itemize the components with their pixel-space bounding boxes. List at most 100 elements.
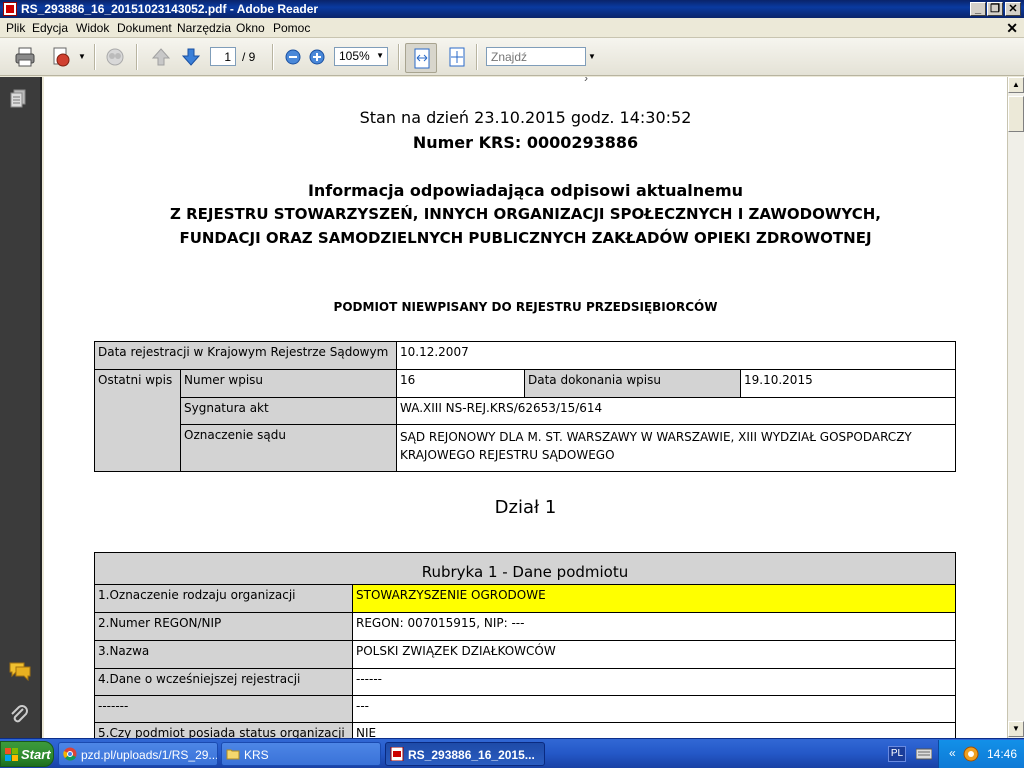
entry-no-value: 16 (396, 369, 525, 398)
rubric-table: Rubryka 1 - Dane podmiotu 1.Oznaczenie r… (94, 552, 956, 738)
fit-width-icon (414, 48, 430, 69)
next-page-icon[interactable] (180, 46, 202, 68)
rubric-row-label: 4.Dane o wcześniejszej rejestracji (94, 668, 353, 696)
toolbar-separator (272, 44, 274, 70)
rubric-row-value: STOWARZYSZENIE OGRODOWE (352, 584, 956, 613)
fit-width-button[interactable] (405, 43, 437, 73)
zoom-dropdown-icon: ▼ (376, 51, 384, 60)
page-total-label: / 9 (242, 50, 256, 64)
status-line: Stan na dzień 23.10.2015 godz. 14:30:52 (359, 108, 692, 127)
print-icon[interactable] (14, 46, 36, 68)
window-title: RS_293886_16_20151023143052.pdf - Adobe … (21, 2, 319, 16)
toolbar-separator (136, 44, 138, 70)
minimize-button[interactable]: _ (970, 2, 986, 16)
signature-value: WA.XIII NS-REJ.KRS/62653/15/614 (396, 397, 956, 425)
entry-no-label: Numer wpisu (180, 369, 397, 398)
rubric-row-value: ------ (352, 668, 956, 696)
rubric-row-label: 5.Czy podmiot posiada status organizacji (94, 722, 353, 738)
pdf-file-icon (390, 747, 404, 761)
krs-number: Numer KRS: 0000293886 (412, 133, 639, 152)
tray-app-icon[interactable] (963, 746, 979, 762)
court-label: Oznaczenie sądu (180, 424, 397, 472)
start-button[interactable]: Start (0, 741, 54, 767)
start-label: Start (21, 747, 51, 762)
menu-view[interactable]: Widok (76, 21, 109, 35)
close-document-icon[interactable]: ✕ (1006, 20, 1018, 37)
heading-line-1: Informacja odpowiadająca odpisowi aktual… (307, 181, 744, 200)
rubric-row-label: 1.Oznaczenie rodzaju organizacji (94, 584, 353, 613)
zoom-out-icon[interactable] (282, 46, 304, 68)
task-button-folder[interactable]: KRS (221, 742, 381, 766)
menu-window[interactable]: Okno (236, 21, 265, 35)
pdf-app-icon (3, 2, 17, 16)
system-tray: « 14:46 (938, 740, 1024, 768)
pages-icon[interactable] (9, 89, 29, 111)
entry-date-label: Data dokonania wpisu (524, 369, 741, 398)
folder-icon (226, 749, 240, 760)
find-dropdown-icon[interactable]: ▼ (588, 52, 596, 61)
task-label: KRS (244, 748, 269, 762)
attachments-icon[interactable] (8, 703, 30, 725)
menu-file[interactable]: Plik (6, 21, 25, 35)
page-number-input[interactable] (210, 47, 236, 66)
menu-tools[interactable]: Narzędzia (177, 21, 231, 35)
scroll-thumb[interactable] (1008, 96, 1024, 132)
vertical-scrollbar[interactable]: ▲ ▼ (1007, 77, 1024, 738)
zoom-in-icon[interactable] (306, 46, 328, 68)
toolbar: ▼ / 9 105% ▼ ▼ (0, 38, 1024, 76)
rubric-row-label: 2.Numer REGON/NIP (94, 612, 353, 641)
task-label: RS_293886_16_2015... (408, 748, 535, 762)
keyboard-icon[interactable] (916, 747, 932, 761)
reg-date-label: Data rejestracji w Krajowym Rejestrze Są… (94, 341, 397, 370)
menu-document[interactable]: Dokument (117, 21, 172, 35)
registration-table: Data rejestracji w Krajowym Rejestrze Są… (94, 341, 956, 472)
task-button-adobe-reader[interactable]: RS_293886_16_2015... (385, 742, 545, 766)
chrome-icon (63, 747, 77, 761)
pdf-page: › Stan na dzień 23.10.2015 godz. 14:30:5… (44, 77, 1007, 738)
court-value: SĄD REJONOWY DLA M. ST. WARSZAWY W WARSZ… (396, 424, 956, 472)
create-pdf-icon[interactable] (50, 46, 72, 68)
rubric-row-value: POLSKI ZWIĄZEK DZIAŁKOWCÓW (352, 640, 956, 669)
rubric-title: Rubryka 1 - Dane podmiotu (94, 552, 956, 585)
rubric-row-value: REGON: 007015915, NIP: --- (352, 612, 956, 641)
clock[interactable]: 14:46 (987, 747, 1017, 761)
find-input[interactable] (486, 47, 586, 66)
restore-button[interactable]: ❐ (987, 2, 1003, 16)
subheading: PODMIOT NIEWPISANY DO REJESTRU PRZEDSIĘB… (333, 300, 718, 314)
scroll-up-button[interactable]: ▲ (1008, 77, 1024, 93)
show-hidden-icons-icon[interactable]: « (949, 746, 956, 760)
taskbar: Start pzd.pl/uploads/1/RS_29... KRS RS_2… (0, 738, 1024, 768)
task-label: pzd.pl/uploads/1/RS_29... (81, 748, 218, 762)
menu-bar: Plik Edycja Widok Dokument Narzędzia Okn… (0, 18, 1024, 38)
toolbar-separator (94, 44, 96, 70)
page-fragment-mark: › (584, 77, 588, 85)
rubric-row-label: 3.Nazwa (94, 640, 353, 669)
heading-line-3: FUNDACJI ORAZ SAMODZIELNYCH PUBLICZNYCH … (179, 229, 872, 247)
close-window-button[interactable]: ✕ (1005, 2, 1021, 16)
task-button-browser[interactable]: pzd.pl/uploads/1/RS_29... (58, 742, 218, 766)
fit-page-icon[interactable] (446, 46, 468, 68)
menu-help[interactable]: Pomoc (273, 21, 310, 35)
rubric-row-value: --- (352, 695, 956, 723)
scroll-down-button[interactable]: ▼ (1008, 721, 1024, 737)
zoom-level-select[interactable]: 105% ▼ (334, 47, 388, 66)
toolbar-separator (476, 44, 478, 70)
toolbar-separator (398, 44, 400, 70)
last-entry-label: Ostatni wpis (94, 369, 181, 472)
signature-label: Sygnatura akt (180, 397, 397, 425)
section-title: Dział 1 (494, 497, 557, 518)
windows-logo-icon (5, 748, 18, 761)
collaborate-icon[interactable] (104, 46, 126, 68)
entry-date-value: 19.10.2015 (740, 369, 956, 398)
create-pdf-dropdown-icon[interactable]: ▼ (78, 52, 86, 61)
menu-edit[interactable]: Edycja (32, 21, 68, 35)
heading-line-2: Z REJESTRU STOWARZYSZEŃ, INNYCH ORGANIZA… (170, 205, 881, 223)
document-viewport[interactable]: › Stan na dzień 23.10.2015 godz. 14:30:5… (44, 77, 1007, 738)
navigation-panel (0, 77, 42, 738)
rubric-row-value: NIE (352, 722, 956, 738)
window-titlebar[interactable]: RS_293886_16_20151023143052.pdf - Adobe … (0, 0, 1024, 18)
zoom-level-value: 105% (339, 49, 370, 63)
language-indicator[interactable]: PL (888, 746, 906, 762)
previous-page-icon[interactable] (150, 46, 172, 68)
comments-icon[interactable] (8, 661, 32, 681)
